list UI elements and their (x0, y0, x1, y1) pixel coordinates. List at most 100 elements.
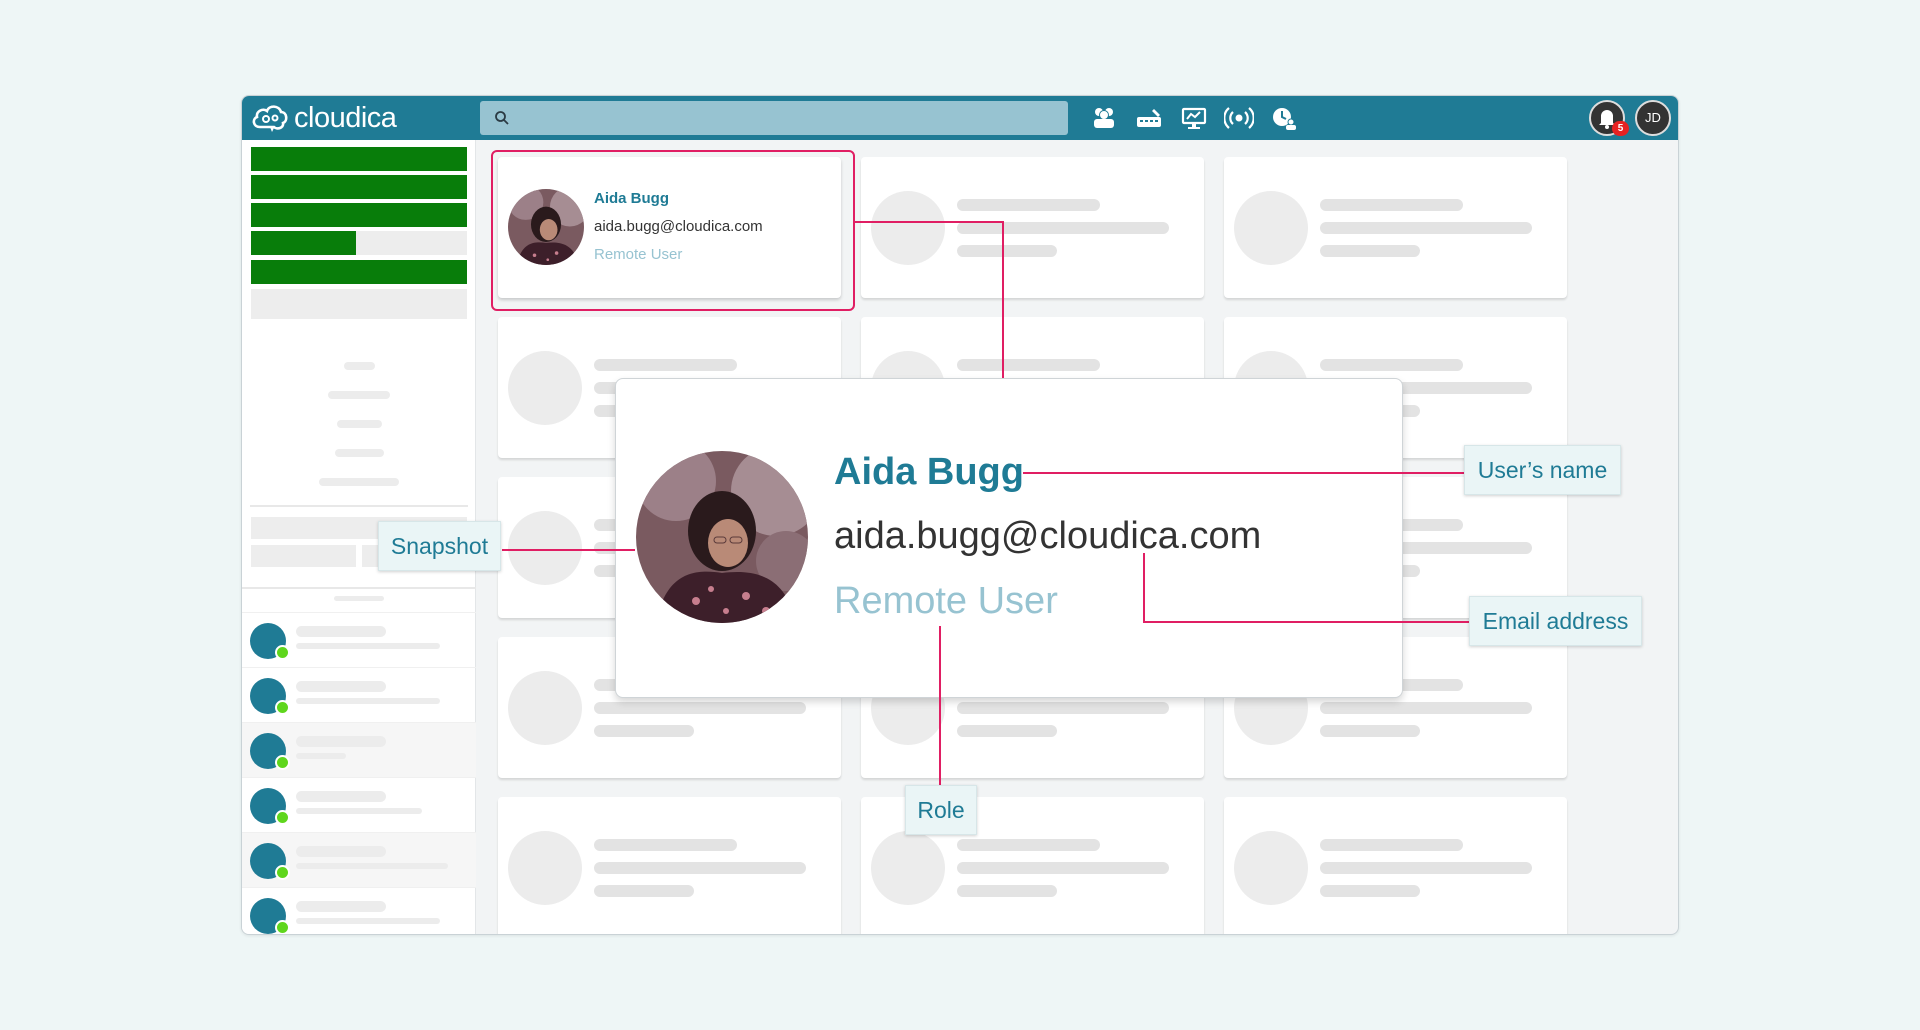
zoomed-user-snapshot (636, 451, 808, 623)
placeholder-block (251, 289, 467, 319)
user-card-placeholder (1224, 797, 1567, 934)
placeholder-line (1320, 222, 1532, 234)
user-snapshot (508, 189, 584, 265)
sidebar-user-row[interactable] (242, 722, 476, 777)
user-role: Remote User (594, 246, 683, 263)
zoomed-user-email: aida.bugg@cloudica.com (834, 515, 1262, 557)
snapshot-image (508, 189, 584, 265)
placeholder-line (957, 199, 1100, 211)
placeholder-line (296, 863, 448, 869)
users-name-callout: User’s name (1464, 445, 1621, 495)
placeholder-line (1320, 839, 1463, 851)
placeholder-line (337, 420, 382, 428)
avatar-placeholder (871, 191, 945, 265)
logo-text: cloudica (294, 101, 397, 134)
user-card-placeholder (1224, 157, 1567, 298)
role-callout: Role (905, 785, 977, 835)
users-icon[interactable] (1089, 104, 1119, 132)
zoomed-user-name: Aida Bugg (834, 451, 1024, 493)
placeholder-line (594, 839, 737, 851)
user-name: Aida Bugg (594, 190, 669, 207)
cloud-logo-icon (252, 105, 288, 132)
online-status-icon (275, 645, 290, 660)
sidebar-user-row[interactable] (242, 612, 476, 667)
placeholder-line (296, 791, 386, 802)
placeholder-line (1320, 725, 1420, 737)
placeholder-line (328, 391, 390, 399)
placeholder-line (296, 808, 422, 814)
user-email: aida.bugg@cloudica.com (594, 218, 763, 235)
meeting-status-icon (275, 810, 290, 825)
chat-status-icon (275, 755, 290, 770)
search-input[interactable] (480, 101, 1068, 135)
placeholder-line (1320, 885, 1420, 897)
divider (250, 505, 468, 507)
placeholder-line (957, 702, 1169, 714)
placeholder-line (344, 362, 375, 370)
placeholder-line (296, 846, 386, 857)
placeholder-line (957, 862, 1169, 874)
avatar-placeholder (508, 511, 582, 585)
placeholder-line (296, 626, 386, 637)
placeholder-line (594, 862, 806, 874)
placeholder-line (296, 918, 440, 924)
snapshot-image (636, 451, 808, 623)
clock-user-icon[interactable] (1269, 104, 1299, 132)
placeholder-line (594, 702, 806, 714)
app-logo[interactable]: cloudica (250, 101, 397, 135)
placeholder-line (957, 359, 1100, 371)
zoomed-user-card: Aida Bugg aida.bugg@cloudica.com Remote … (615, 378, 1403, 698)
online-status-icon (275, 920, 290, 934)
user-card-placeholder (498, 797, 841, 934)
placeholder-line (1320, 359, 1463, 371)
top-bar: cloudica 5 JD (242, 96, 1678, 140)
online-status-icon (275, 700, 290, 715)
broadcast-icon[interactable] (1224, 104, 1254, 132)
status-bar (251, 175, 467, 199)
keyboard-icon[interactable] (1134, 104, 1164, 132)
placeholder-line (957, 839, 1100, 851)
zoomed-user-role: Remote User (834, 580, 1058, 622)
sidebar-user-row[interactable] (242, 777, 476, 832)
placeholder-block (251, 545, 356, 567)
placeholder-line (296, 698, 440, 704)
placeholder-line (594, 885, 694, 897)
notification-count-badge: 5 (1612, 121, 1629, 136)
status-bar (251, 147, 467, 171)
placeholder-line (319, 478, 399, 486)
placeholder-line (1320, 862, 1532, 874)
avatar-placeholder (1234, 191, 1308, 265)
placeholder-line (957, 725, 1057, 737)
status-bar (251, 203, 467, 227)
sidebar-user-row[interactable] (242, 832, 476, 887)
placeholder-line (296, 643, 440, 649)
monitor-icon[interactable] (1179, 104, 1209, 132)
avatar-placeholder (871, 831, 945, 905)
sidebar-user-row[interactable] (242, 887, 476, 934)
email-address-callout: Email address (1469, 596, 1642, 646)
sidebar-user-row[interactable] (242, 667, 476, 722)
placeholder-line (296, 901, 386, 912)
placeholder-line (296, 681, 386, 692)
avatar-placeholder (508, 671, 582, 745)
avatar-placeholder (508, 351, 582, 425)
status-bar (251, 260, 467, 284)
user-card-placeholder (861, 157, 1204, 298)
placeholder-line (594, 725, 694, 737)
snapshot-callout: Snapshot (378, 521, 501, 571)
placeholder-line (1320, 702, 1532, 714)
status-bar (251, 231, 356, 255)
placeholder-line (296, 736, 386, 747)
placeholder-line (1320, 245, 1420, 257)
placeholder-line (957, 222, 1169, 234)
divider (242, 587, 476, 589)
search-icon (495, 111, 509, 125)
placeholder-line (334, 596, 384, 601)
placeholder-line (296, 753, 346, 759)
clock-status-icon (275, 865, 290, 880)
avatar-placeholder (1234, 831, 1308, 905)
user-card[interactable]: Aida Bugg aida.bugg@cloudica.com Remote … (498, 157, 841, 298)
user-avatar[interactable]: JD (1635, 100, 1671, 136)
placeholder-line (594, 359, 737, 371)
avatar-placeholder (508, 831, 582, 905)
